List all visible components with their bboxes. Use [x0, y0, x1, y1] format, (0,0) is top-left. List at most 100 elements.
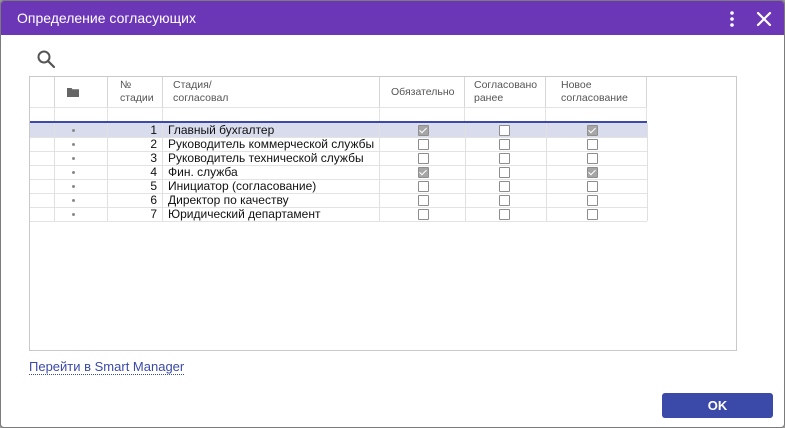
approved-before-checkbox[interactable]: [499, 181, 510, 192]
approved-before-cell: [465, 123, 547, 137]
new-approval-checkbox[interactable]: [587, 181, 598, 192]
approved-before-checkbox[interactable]: [499, 195, 510, 206]
row-bullet-icon: [72, 171, 75, 174]
required-cell: [380, 165, 466, 179]
header-stage-name[interactable]: Стадия/ согласовал: [163, 77, 380, 107]
stage-number-cell: 2: [108, 137, 163, 151]
required-cell: [380, 207, 466, 221]
search-icon[interactable]: [36, 49, 56, 69]
stage-number-cell: 1: [108, 123, 163, 137]
filter-cell: [30, 107, 55, 122]
header-folder-column[interactable]: [54, 77, 108, 107]
new-approval-cell: [546, 179, 648, 193]
row-marker-cell: [30, 207, 55, 221]
row-bullet-icon: [72, 157, 75, 160]
approved-before-checkbox[interactable]: [499, 167, 510, 178]
header-stage-number-line1: №: [120, 79, 132, 91]
approved-before-cell: [465, 151, 547, 165]
required-cell: [380, 137, 466, 151]
header-stage-number-line2: стадии: [120, 92, 154, 104]
table-row[interactable]: 6 Директор по качеству: [30, 193, 648, 208]
dialog-title: Определение согласующих: [17, 10, 196, 26]
new-approval-checkbox[interactable]: [587, 209, 598, 220]
approvers-table: № стадии Стадия/ согласовал Обязательно …: [29, 76, 737, 351]
table-row[interactable]: 7 Юридический департамент: [30, 207, 648, 222]
row-marker-cell: [30, 179, 55, 193]
required-checkbox[interactable]: [418, 195, 429, 206]
required-checkbox[interactable]: [418, 209, 429, 220]
row-marker-cell: [30, 151, 55, 165]
approved-before-cell: [465, 207, 547, 221]
approved-before-checkbox[interactable]: [499, 209, 510, 220]
new-approval-cell: [546, 193, 648, 207]
required-checkbox[interactable]: [418, 167, 429, 178]
stage-name-cell: Юридический департамент: [163, 207, 380, 221]
row-dot-cell: [54, 165, 108, 179]
new-approval-checkbox[interactable]: [587, 167, 598, 178]
close-icon[interactable]: [755, 10, 773, 28]
stage-number-cell: 6: [108, 193, 163, 207]
stage-name-cell: Руководитель коммерческой службы: [163, 137, 380, 151]
approvers-dialog: Определение согласующих № стадии Стадия/…: [0, 0, 785, 428]
table-row[interactable]: 3 Руководитель технической службы: [30, 151, 648, 166]
required-checkbox[interactable]: [418, 125, 429, 136]
more-vertical-icon[interactable]: [725, 10, 739, 28]
row-bullet-icon: [72, 199, 75, 202]
ok-button[interactable]: OK: [662, 393, 773, 418]
row-marker-cell: [30, 123, 55, 137]
required-checkbox[interactable]: [418, 139, 429, 150]
row-dot-cell: [54, 151, 108, 165]
row-dot-cell: [54, 123, 108, 137]
header-required-label: Обязательно: [391, 86, 455, 98]
required-checkbox[interactable]: [418, 153, 429, 164]
required-cell: [380, 179, 466, 193]
filter-cell[interactable]: [163, 107, 380, 122]
smart-manager-link[interactable]: Перейти в Smart Manager: [29, 359, 185, 375]
new-approval-cell: [546, 207, 648, 221]
approved-before-checkbox[interactable]: [499, 153, 510, 164]
header-stage-name-line1: Стадия/: [173, 79, 212, 91]
header-new-approval[interactable]: Новое согласование: [546, 77, 647, 107]
table-row[interactable]: 4 Фин. служба: [30, 165, 648, 180]
header-required[interactable]: Обязательно: [380, 77, 465, 107]
header-stage-name-line2: согласовал: [173, 92, 229, 104]
row-marker-cell: [30, 193, 55, 207]
new-approval-checkbox[interactable]: [587, 139, 598, 150]
filter-cell[interactable]: [54, 107, 108, 122]
new-approval-checkbox[interactable]: [587, 125, 598, 136]
filter-cell[interactable]: [108, 107, 163, 122]
stage-name-cell: Руководитель технической службы: [163, 151, 380, 165]
stage-name-cell: Фин. служба: [163, 165, 380, 179]
stage-name-cell: Директор по качеству: [163, 193, 380, 207]
required-cell: [380, 123, 466, 137]
header-approved-before-line1: Согласовано: [474, 79, 538, 91]
row-dot-cell: [54, 207, 108, 221]
row-marker-cell: [30, 165, 55, 179]
approved-before-checkbox[interactable]: [499, 125, 510, 136]
table-row[interactable]: 5 Инициатор (согласование): [30, 179, 648, 194]
filter-cell[interactable]: [546, 107, 647, 122]
approved-before-cell: [465, 137, 547, 151]
header-stage-number[interactable]: № стадии: [108, 77, 163, 107]
approved-before-checkbox[interactable]: [499, 139, 510, 150]
dialog-title-bar: Определение согласующих: [1, 1, 784, 35]
table-row[interactable]: 1 Главный бухгалтер: [30, 123, 648, 138]
stage-name-cell: Главный бухгалтер: [163, 123, 380, 137]
stage-name-cell: Инициатор (согласование): [163, 179, 380, 193]
filter-cell[interactable]: [380, 107, 465, 122]
row-marker-cell: [30, 137, 55, 151]
row-dot-cell: [54, 179, 108, 193]
filter-cell[interactable]: [465, 107, 546, 122]
header-marker-column: [30, 77, 55, 107]
header-approved-before[interactable]: Согласовано ранее: [465, 77, 546, 107]
new-approval-checkbox[interactable]: [587, 153, 598, 164]
stage-number-cell: 3: [108, 151, 163, 165]
approved-before-cell: [465, 179, 547, 193]
row-dot-cell: [54, 137, 108, 151]
table-row[interactable]: 2 Руководитель коммерческой службы: [30, 137, 648, 152]
folder-icon: [67, 88, 79, 97]
new-approval-cell: [546, 165, 648, 179]
new-approval-checkbox[interactable]: [587, 195, 598, 206]
header-new-approval-line2: согласование: [561, 92, 628, 104]
required-checkbox[interactable]: [418, 181, 429, 192]
